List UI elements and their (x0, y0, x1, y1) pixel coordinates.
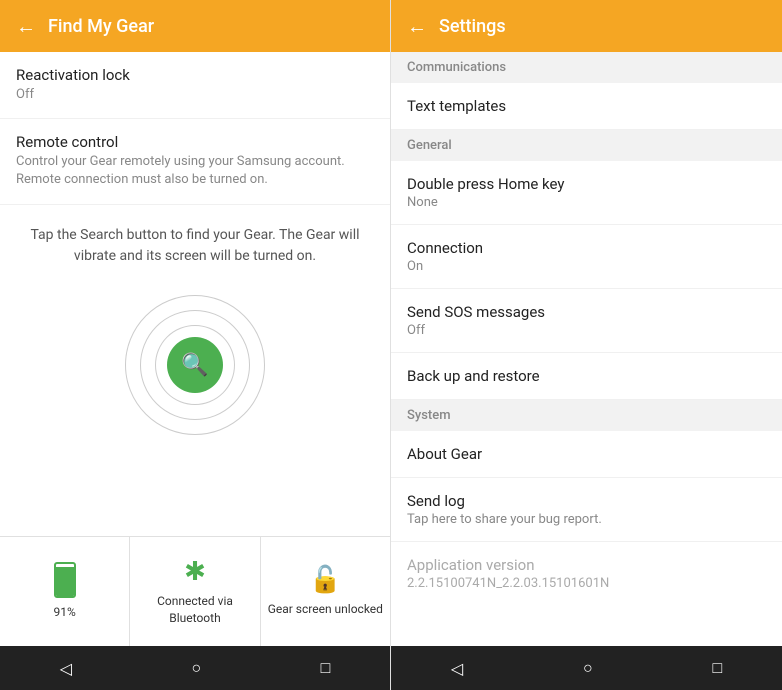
battery-fill (56, 567, 74, 596)
reactivation-sub: Off (16, 86, 374, 104)
battery-status: 91% (0, 537, 130, 646)
double-press-sub: None (407, 195, 766, 210)
search-area: Tap the Search button to find your Gear.… (0, 205, 390, 455)
section-general: General (391, 130, 782, 161)
unlock-status: 🔓 Gear screen unlocked (261, 537, 390, 646)
right-header-title: Settings (439, 16, 506, 37)
search-button[interactable]: 🔍 (167, 337, 223, 393)
left-nav-recents[interactable]: □ (321, 658, 331, 678)
reactivation-row[interactable]: Reactivation lock Off (0, 52, 390, 119)
bluetooth-label: Connected via Bluetooth (130, 593, 259, 627)
right-nav-bar: ◁ ○ □ (391, 646, 782, 690)
right-panel: ← Settings Communications Text templates… (391, 0, 782, 690)
unlock-label: Gear screen unlocked (268, 601, 383, 618)
text-templates-row[interactable]: Text templates (391, 83, 782, 130)
right-back-icon[interactable]: ← (407, 14, 427, 39)
text-templates-title: Text templates (407, 97, 766, 115)
status-bar: 91% ✱ Connected via Bluetooth 🔓 Gear scr… (0, 536, 390, 646)
sos-messages-row[interactable]: Send SOS messages Off (391, 289, 782, 353)
right-nav-home[interactable]: ○ (583, 658, 593, 678)
sos-messages-sub: Off (407, 323, 766, 338)
right-nav-recents[interactable]: □ (712, 658, 722, 678)
connection-sub: On (407, 259, 766, 274)
section-system: System (391, 400, 782, 431)
right-nav-back[interactable]: ◁ (451, 659, 463, 678)
remote-control-sub: Control your Gear remotely using your Sa… (16, 153, 374, 189)
left-panel: ← Find My Gear Reactivation lock Off Rem… (0, 0, 391, 690)
send-log-title: Send log (407, 492, 766, 510)
backup-restore-title: Back up and restore (407, 367, 766, 385)
sos-messages-title: Send SOS messages (407, 303, 766, 321)
radar-container: 🔍 (125, 295, 265, 435)
settings-content: Communications Text templates General Do… (391, 52, 782, 646)
send-log-row[interactable]: Send log Tap here to share your bug repo… (391, 478, 782, 542)
left-back-icon[interactable]: ← (16, 14, 36, 39)
backup-restore-row[interactable]: Back up and restore (391, 353, 782, 400)
battery-percent: 91% (54, 604, 76, 621)
app-version-title: Application version (407, 556, 766, 574)
unlock-icon: 🔓 (309, 565, 341, 595)
left-nav-home[interactable]: ○ (191, 658, 201, 678)
about-gear-title: About Gear (407, 445, 766, 463)
bluetooth-status: ✱ Connected via Bluetooth (130, 537, 260, 646)
left-nav-back[interactable]: ◁ (60, 659, 72, 678)
section-communications: Communications (391, 52, 782, 83)
search-icon: 🔍 (181, 352, 208, 378)
send-log-sub: Tap here to share your bug report. (407, 512, 766, 527)
connection-title: Connection (407, 239, 766, 257)
about-gear-row[interactable]: About Gear (391, 431, 782, 478)
left-header: ← Find My Gear (0, 0, 390, 52)
left-header-title: Find My Gear (48, 16, 154, 37)
left-nav-bar: ◁ ○ □ (0, 646, 390, 690)
app-version-sub: 2.2.15100741N_2.2.03.15101601N (407, 576, 766, 591)
remote-control-title: Remote control (16, 133, 374, 151)
bluetooth-icon: ✱ (184, 557, 206, 587)
connection-row[interactable]: Connection On (391, 225, 782, 289)
right-header: ← Settings (391, 0, 782, 52)
remote-control-row[interactable]: Remote control Control your Gear remotel… (0, 119, 390, 204)
battery-icon (54, 562, 76, 598)
app-version-row: Application version 2.2.15100741N_2.2.03… (391, 542, 782, 605)
search-description: Tap the Search button to find your Gear.… (20, 225, 370, 267)
reactivation-title: Reactivation lock (16, 66, 374, 84)
left-content: Reactivation lock Off Remote control Con… (0, 52, 390, 536)
double-press-title: Double press Home key (407, 175, 766, 193)
double-press-row[interactable]: Double press Home key None (391, 161, 782, 225)
